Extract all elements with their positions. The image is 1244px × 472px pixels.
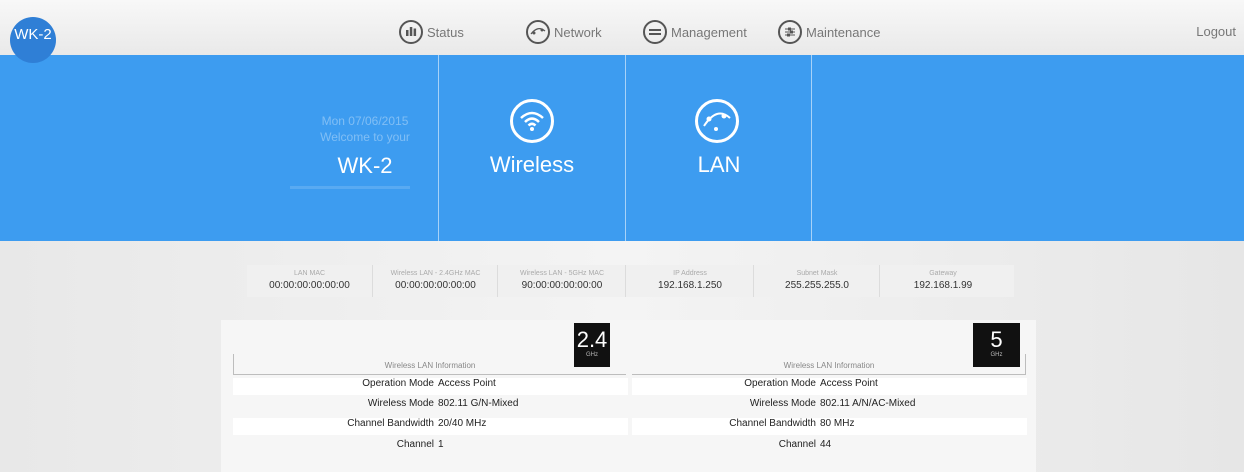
info-subnet-mask: Subnet Mask 255.255.255.0 [753, 265, 880, 297]
nav-maintenance-label: Maintenance [806, 24, 881, 40]
row-value: Access Point [820, 378, 878, 389]
section-bracket [233, 354, 234, 374]
table-row: Operation Mode Access Point [233, 378, 628, 395]
brand-logo[interactable]: WK-2 [10, 17, 56, 63]
row-key: Channel Bandwidth [729, 418, 816, 429]
row-key: Operation Mode [362, 378, 434, 389]
lan-tile-label: LAN [697, 152, 741, 177]
management-menu-icon [643, 20, 667, 44]
band-unit: GHz [990, 352, 1003, 358]
table-row: Channel 1 [233, 439, 628, 456]
table-row: Channel 44 [632, 439, 1027, 456]
wireless-tile[interactable]: Wireless [439, 55, 625, 241]
table-row: Wireless Mode 802.11 G/N-Mixed [233, 398, 628, 415]
info-wlan24-mac: Wireless LAN - 2.4GHz MAC 00:00:00:00:00… [372, 265, 498, 297]
row-key: Channel [396, 439, 434, 450]
info-label: Wireless LAN - 5GHz MAC [519, 270, 604, 277]
status-bars-icon [399, 20, 423, 44]
row-key: Wireless Mode [367, 398, 434, 409]
nav-network-label: Network [554, 24, 602, 40]
section-bracket [1025, 354, 1026, 374]
top-nav-bar: Status Network Management Maintenance Lo… [0, 0, 1244, 55]
table-row: Wireless Mode 802.11 A/N/AC-Mixed [632, 398, 1027, 415]
row-key: Channel Bandwidth [347, 418, 434, 429]
lan-globe-icon [695, 99, 739, 143]
info-label: Gateway [929, 270, 957, 277]
info-wlan5-mac: Wireless LAN - 5GHz MAC 90:00:00:00:00:0… [497, 265, 626, 297]
info-value: 192.168.1.99 [913, 280, 973, 291]
band-unit: GHz [586, 352, 598, 358]
nav-management[interactable]: Management [643, 19, 747, 45]
device-info-strip: LAN MAC 00:00:00:00:00:00 Wireless LAN -… [247, 265, 1014, 297]
wireless-24ghz-title: Wireless LAN Information [384, 361, 476, 370]
info-label: LAN MAC [293, 270, 326, 277]
band-badge-5ghz: 5 GHz [973, 323, 1020, 367]
row-value: Access Point [438, 378, 496, 389]
row-key: Operation Mode [744, 378, 816, 389]
table-row: Operation Mode Access Point [632, 378, 1027, 395]
row-key: Channel [778, 439, 816, 450]
row-value: 80 MHz [820, 418, 855, 429]
row-value: 20/40 MHz [438, 418, 487, 429]
nav-management-label: Management [671, 24, 747, 40]
info-value: 192.168.1.250 [658, 280, 722, 291]
brand-logo-text: WK-2 [14, 26, 52, 43]
info-gateway: Gateway 192.168.1.99 [879, 265, 1006, 297]
wireless-tile-label: Wireless [489, 152, 575, 177]
info-value: 255.255.255.0 [785, 280, 849, 291]
device-name-underline [290, 186, 410, 189]
nav-network[interactable]: Network [526, 19, 602, 45]
band-badge-24ghz: 2.4 GHz [574, 323, 610, 367]
section-underline [632, 374, 1026, 375]
info-lan-mac: LAN MAC 00:00:00:00:00:00 [247, 265, 372, 297]
hero-band: Mon 07/06/2015 Welcome to your WK-2 Wire… [0, 55, 1244, 241]
row-value: 802.11 G/N-Mixed [438, 398, 519, 409]
row-value: 44 [820, 439, 832, 450]
band-value: 5 [990, 327, 1003, 352]
info-value: 00:00:00:00:00:00 [269, 280, 350, 291]
wifi-icon [510, 99, 554, 143]
info-label: Wireless LAN - 2.4GHz MAC [390, 270, 481, 277]
section-underline [233, 374, 626, 375]
nav-status-label: Status [427, 24, 464, 40]
wireless-5ghz-title: Wireless LAN Information [783, 361, 875, 370]
maintenance-sliders-icon [778, 20, 802, 44]
row-value: 1 [438, 439, 444, 450]
network-globe-icon [526, 20, 550, 44]
row-key: Wireless Mode [749, 398, 816, 409]
table-row: Channel Bandwidth 20/40 MHz [233, 418, 628, 435]
nav-maintenance[interactable]: Maintenance [778, 19, 880, 45]
band-value: 2.4 [576, 327, 608, 352]
lan-tile[interactable]: LAN [626, 55, 812, 241]
info-label: IP Address [673, 270, 707, 277]
info-value: 90:00:00:00:00:00 [521, 280, 603, 291]
info-value: 00:00:00:00:00:00 [395, 280, 476, 291]
main-content: LAN MAC 00:00:00:00:00:00 Wireless LAN -… [0, 241, 1244, 472]
info-ip-address: IP Address 192.168.1.250 [625, 265, 754, 297]
row-value: 802.11 A/N/AC-Mixed [820, 398, 916, 409]
table-row: Channel Bandwidth 80 MHz [632, 418, 1027, 435]
info-label: Subnet Mask [796, 270, 838, 277]
logout-link[interactable]: Logout [1196, 24, 1236, 39]
nav-status[interactable]: Status [399, 19, 464, 45]
